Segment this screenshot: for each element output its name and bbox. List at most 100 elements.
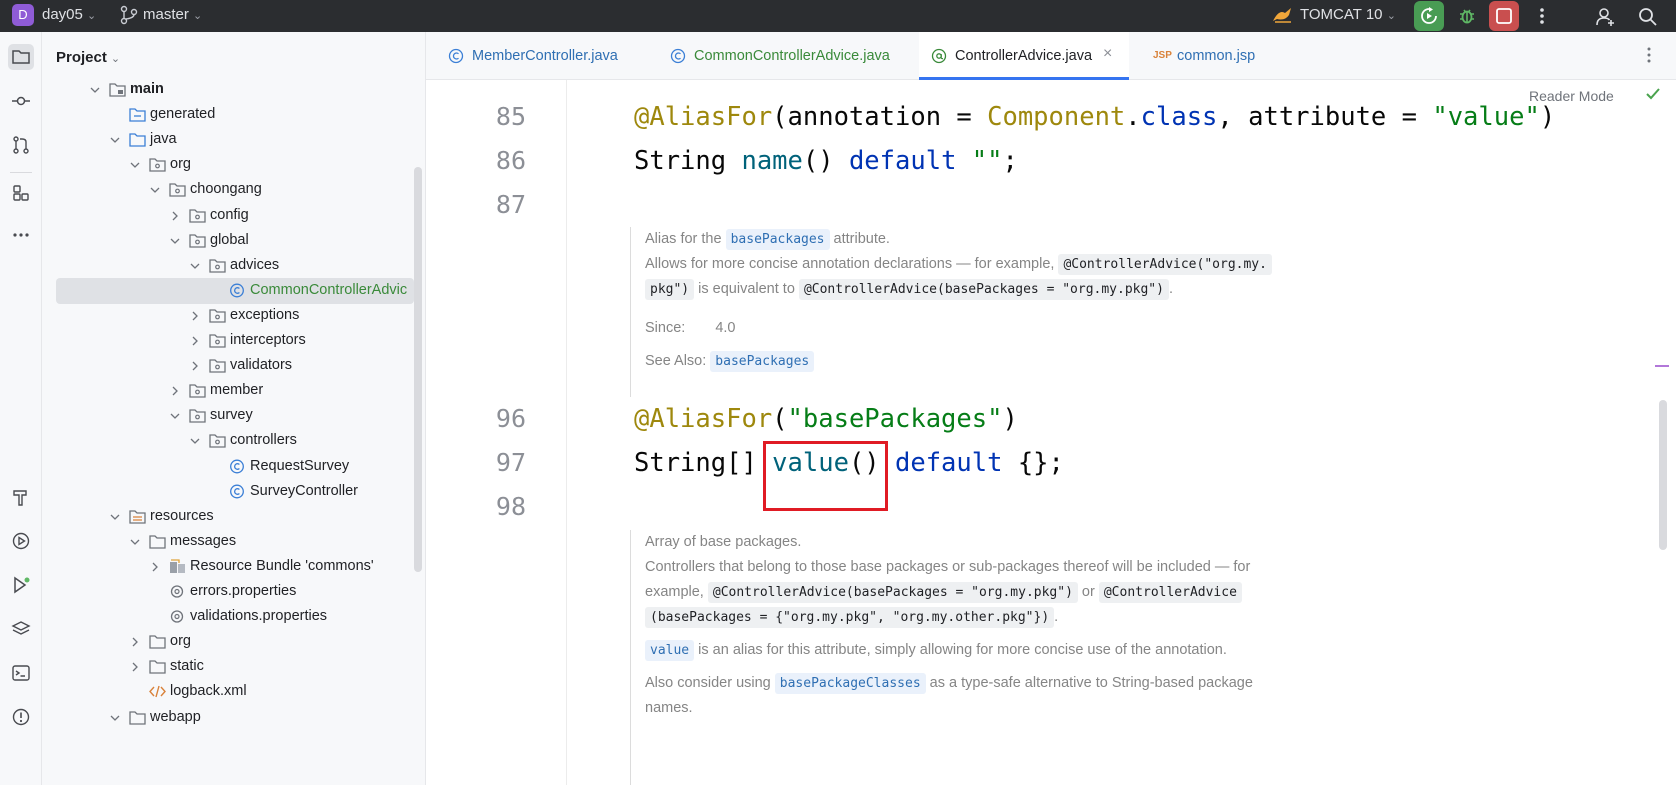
tree-row[interactable]: CommonControllerAdvic: [56, 277, 414, 304]
chevron-down-icon[interactable]: [189, 260, 201, 272]
chevron-down-icon[interactable]: [109, 134, 121, 146]
stop-button[interactable]: [1489, 1, 1519, 31]
check-icon[interactable]: [1645, 86, 1661, 107]
commit-icon: [12, 96, 30, 106]
branch-name: master: [143, 6, 189, 23]
services-tool-button[interactable]: [8, 528, 34, 554]
tree-row[interactable]: exceptions: [42, 303, 414, 329]
tree-row[interactable]: SurveyController: [42, 479, 414, 505]
tab-common-controller-advice[interactable]: CommonControllerAdvice.java: [658, 32, 898, 80]
project-panel-title: Project: [56, 49, 107, 66]
project-selector[interactable]: day05 ⌄: [42, 6, 96, 23]
close-icon[interactable]: ×: [1103, 45, 1112, 63]
chevron-down-icon[interactable]: [129, 159, 141, 171]
tree-row[interactable]: org: [42, 629, 414, 655]
editor-scrollbar[interactable]: [1659, 400, 1667, 550]
branch-selector[interactable]: master ⌄: [143, 6, 202, 23]
layers-tool-button[interactable]: [8, 616, 34, 642]
tree-row[interactable]: validations.properties: [42, 604, 414, 630]
tree-row[interactable]: member: [42, 378, 414, 404]
tree-row[interactable]: choongang: [42, 177, 414, 203]
chevron-right-icon[interactable]: [189, 335, 201, 347]
folder-icon: [149, 634, 166, 649]
project-tool-button[interactable]: [8, 44, 34, 70]
chevron-right-icon[interactable]: [129, 661, 141, 673]
doc-label: Since:: [645, 320, 686, 336]
tab-label: CommonControllerAdvice.java: [694, 48, 890, 64]
tree-row[interactable]: interceptors: [42, 328, 414, 354]
problems-tool-button[interactable]: [8, 704, 34, 730]
doc-link[interactable]: basePackages: [725, 229, 830, 250]
tree-row-label: global: [210, 231, 249, 248]
tree-row[interactable]: main: [42, 77, 414, 103]
search-everywhere-button[interactable]: [1632, 1, 1662, 31]
tab-actions-button[interactable]: [1640, 46, 1658, 69]
build-tool-button[interactable]: [8, 484, 34, 510]
tree-row-label: errors.properties: [190, 583, 297, 599]
chevron-down-icon[interactable]: [109, 712, 121, 724]
doc-link[interactable]: value: [645, 640, 695, 661]
tree-row[interactable]: errors.properties: [42, 579, 414, 605]
chevron-down-icon[interactable]: [129, 536, 141, 548]
project-badge[interactable]: D: [12, 4, 34, 26]
source-folder-icon: [129, 132, 146, 147]
terminal-tool-button[interactable]: [8, 660, 34, 686]
chevron-down-icon[interactable]: [109, 511, 121, 523]
chevron-right-icon[interactable]: [149, 561, 161, 573]
more-actions-button[interactable]: [1527, 1, 1557, 31]
commit-tool-button[interactable]: [8, 88, 34, 114]
run-config-selector[interactable]: TOMCAT 10 ⌄: [1300, 6, 1396, 23]
services-icon: [12, 532, 30, 550]
structure-tool-button[interactable]: [8, 180, 34, 206]
tree-row[interactable]: global: [42, 228, 414, 254]
more-tools-button[interactable]: [8, 222, 34, 248]
tree-row[interactable]: survey: [42, 403, 414, 429]
tree-row[interactable]: java: [42, 127, 414, 153]
doc-link[interactable]: basePackages: [710, 351, 815, 372]
rerun-button[interactable]: [1414, 1, 1444, 31]
run-tool-button[interactable]: [8, 572, 34, 598]
doc-line: Alias for the basePackages attribute.: [645, 227, 1280, 252]
debug-button[interactable]: [1452, 1, 1482, 31]
doc-code: @ControllerAdvice(basePackages = "org.my…: [707, 582, 1078, 603]
chevron-down-icon[interactable]: [169, 235, 181, 247]
tree-row[interactable]: logback.xml: [42, 679, 414, 705]
tree-row[interactable]: resources: [42, 504, 414, 530]
chevron-down-icon[interactable]: [189, 435, 201, 447]
tab-common-jsp[interactable]: JSP common.jsp: [1141, 32, 1281, 80]
chevron-down-icon[interactable]: [149, 184, 161, 196]
chevron-down-icon[interactable]: [169, 410, 181, 422]
doc-code: (basePackages = {"org.my.pkg", "org.my.o…: [645, 607, 1055, 628]
tree-row[interactable]: static: [42, 654, 414, 680]
tree-row[interactable]: org: [42, 152, 414, 178]
chevron-right-icon[interactable]: [129, 636, 141, 648]
tree-row[interactable]: advices: [42, 253, 414, 279]
chevron-right-icon[interactable]: [169, 385, 181, 397]
line-number: 97: [495, 448, 526, 477]
tab-controller-advice[interactable]: ControllerAdvice.java ×: [919, 32, 1129, 80]
doc-link[interactable]: basePackageClasses: [774, 673, 926, 694]
tree-row[interactable]: generated: [42, 102, 414, 128]
tree-row[interactable]: RequestSurvey: [42, 454, 414, 480]
tree-row[interactable]: validators: [42, 353, 414, 379]
chevron-right-icon[interactable]: [189, 360, 201, 372]
tree-row[interactable]: controllers: [42, 428, 414, 454]
code-with-me-button[interactable]: [1590, 1, 1620, 31]
code-token: ): [1539, 102, 1556, 132]
project-view-selector[interactable]: Project ⌄: [56, 49, 120, 66]
tree-row[interactable]: webapp: [42, 705, 414, 731]
project-tree-scrollbar[interactable]: [414, 167, 422, 572]
code-editor[interactable]: Reader Mode 85 @AliasFor(annotation = Co…: [426, 80, 1676, 785]
problems-icon: [12, 708, 30, 726]
chevron-right-icon[interactable]: [189, 310, 201, 322]
tab-member-controller[interactable]: MemberController.java: [436, 32, 648, 80]
pull-requests-tool-button[interactable]: [8, 132, 34, 158]
chevron-right-icon[interactable]: [169, 210, 181, 222]
code-token: ;: [1002, 146, 1018, 176]
chevron-down-icon[interactable]: [89, 84, 101, 96]
tree-row[interactable]: Resource Bundle 'commons': [42, 554, 414, 580]
tree-row-label: resources: [150, 507, 214, 524]
branch-icon[interactable]: [120, 4, 138, 30]
tree-row[interactable]: config: [42, 203, 414, 229]
tree-row[interactable]: messages: [42, 529, 414, 555]
